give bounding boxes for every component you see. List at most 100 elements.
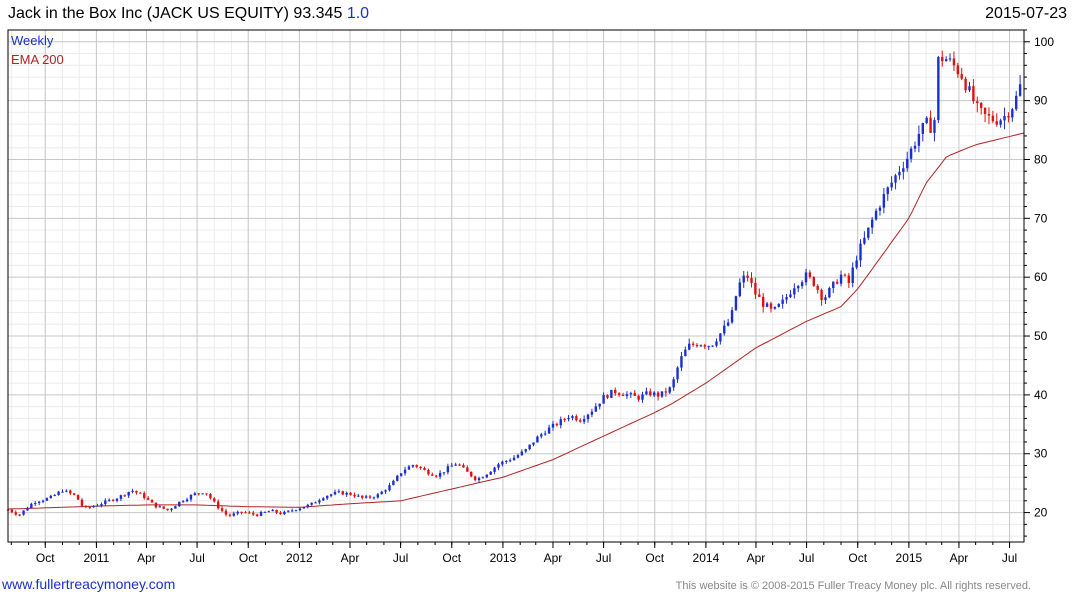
candle-body — [100, 504, 103, 506]
candle-body — [376, 494, 380, 498]
x-tick-label: Apr — [747, 551, 766, 565]
candle-body — [431, 474, 434, 476]
candle-body — [181, 501, 185, 503]
x-axis: Oct 2011 Apr Jul Oct 2012 Apr Jul Oct 2013 Apr Jul O… — [10, 542, 1017, 565]
candle-body — [855, 260, 858, 268]
y-tick-label: 90 — [1034, 94, 1048, 108]
candle-body — [302, 507, 306, 509]
candle-body — [236, 511, 239, 514]
candle-body — [633, 393, 636, 396]
candle-body — [567, 417, 570, 420]
candle-body — [434, 475, 438, 477]
candle-body — [252, 512, 255, 515]
candle-body — [991, 115, 995, 122]
candle-body — [863, 237, 866, 244]
candle-body — [1015, 95, 1018, 110]
candle-body — [341, 491, 344, 495]
candle-body — [92, 506, 95, 508]
candle-body — [730, 310, 734, 323]
candle-body — [688, 343, 691, 350]
candle-body — [835, 281, 839, 284]
candle-body — [267, 511, 271, 513]
candle-body — [1011, 109, 1014, 118]
candle-body — [310, 502, 313, 505]
candle-body — [563, 419, 566, 421]
candle-body — [520, 451, 524, 456]
candle-body — [699, 345, 703, 347]
candle-body — [948, 58, 952, 60]
candle-body — [1007, 116, 1010, 118]
candle-body — [197, 493, 200, 495]
candle-body — [808, 272, 812, 277]
candle-body — [201, 493, 204, 495]
candle-body — [88, 507, 91, 509]
x-tick-label: 2013 — [490, 551, 517, 565]
price-change: 1.0 — [346, 5, 370, 22]
candle-body — [983, 107, 987, 115]
candle-body — [602, 395, 605, 404]
candle-body — [357, 495, 360, 497]
candle-body — [306, 504, 309, 508]
y-tick-label: 100 — [1034, 35, 1054, 49]
candle-body — [283, 511, 286, 515]
x-tick-label: Oct — [36, 551, 55, 565]
candle-body — [470, 471, 473, 477]
candle-body — [123, 495, 126, 497]
candle-body — [361, 495, 364, 498]
candle-body — [84, 505, 88, 508]
candle-body — [832, 281, 835, 289]
candle-body — [508, 460, 512, 462]
candle-body — [543, 433, 547, 435]
candle-body — [294, 510, 298, 512]
candle-body — [789, 294, 792, 298]
candle-body — [438, 472, 442, 477]
candle-body — [652, 392, 656, 396]
site-link[interactable]: www.fullertreacymoney.com — [2, 576, 175, 592]
candle-body — [178, 501, 181, 507]
candle-body — [22, 510, 25, 515]
candle-body — [649, 391, 652, 396]
candle-body — [797, 286, 800, 289]
candle-body — [279, 512, 282, 515]
candle-body — [758, 294, 761, 297]
candle-body — [812, 276, 815, 286]
candle-body — [127, 491, 130, 496]
chart-svg: 20 30 40 50 60 70 80 90 100 Oct 2011 Apr Jul Oct 2012… — [6, 29, 1054, 565]
candle-body — [968, 86, 971, 91]
candle-body — [629, 393, 633, 395]
candle-body — [769, 303, 773, 309]
candle-body — [213, 498, 216, 502]
candle-body — [575, 416, 578, 421]
candle-body — [765, 303, 769, 307]
y-tick-label: 20 — [1034, 506, 1048, 520]
candle-body — [135, 490, 138, 493]
candle-body — [594, 406, 598, 412]
candle-body — [614, 389, 617, 394]
candle-body — [485, 474, 489, 478]
candle-body — [882, 194, 886, 208]
candle-body — [80, 499, 84, 506]
candle-body — [49, 495, 53, 499]
chart-date: 2015-07-23 — [985, 5, 1067, 22]
candle-body — [115, 498, 119, 501]
candle-body — [921, 123, 924, 134]
candle-body — [76, 494, 80, 500]
y-tick-label: 80 — [1034, 152, 1048, 166]
chart-title: Jack in the Box Inc (JACK US EQUITY) 93.… — [8, 5, 369, 23]
candle-body — [512, 457, 516, 461]
candle-body — [217, 501, 220, 509]
candle-body — [392, 480, 395, 486]
candle-body — [131, 490, 134, 492]
y-tick-label: 40 — [1034, 388, 1048, 402]
candle-body — [754, 282, 757, 295]
candle-body — [446, 466, 450, 473]
x-tick-label: Jul — [189, 551, 204, 565]
candle-body — [839, 274, 843, 284]
candle-body — [925, 117, 928, 124]
candle-body — [637, 395, 640, 400]
candle-body — [240, 511, 243, 513]
candle-body — [785, 297, 788, 300]
candle-body — [909, 148, 913, 159]
candle-body — [119, 495, 123, 499]
chart-header: Jack in the Box Inc (JACK US EQUITY) 93.… — [0, 0, 1075, 28]
